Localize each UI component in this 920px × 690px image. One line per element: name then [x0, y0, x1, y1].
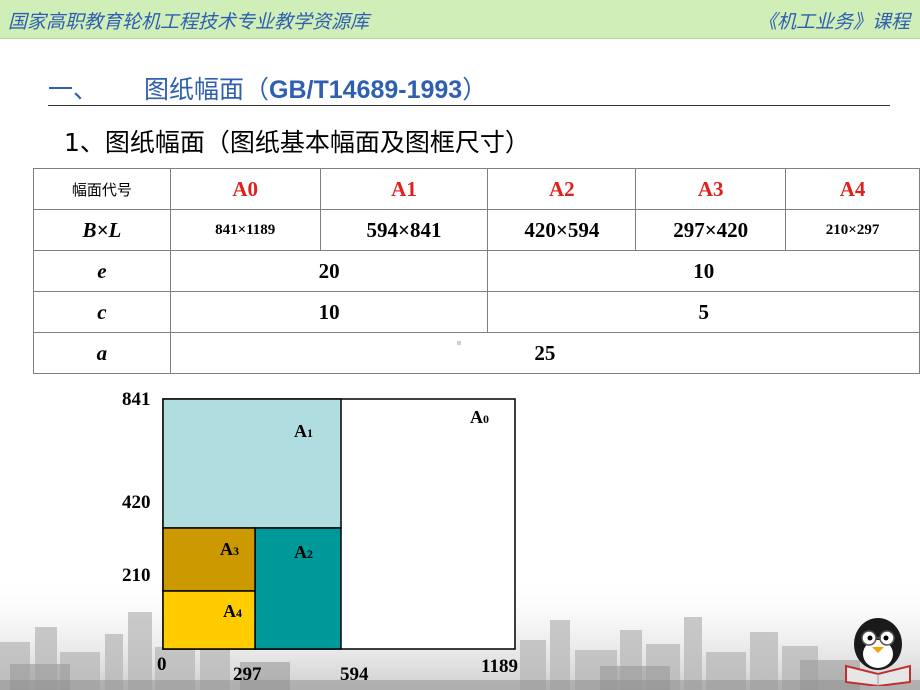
y-tick-label: 210: [122, 565, 151, 586]
paper-format-diagram: A0A1A2A3A4 8414202100 297 594 1189: [122, 389, 518, 685]
region-a1: [162, 398, 342, 529]
y-tick-label: 841: [122, 389, 151, 410]
region-a4: [162, 590, 256, 650]
x-tick-label: 0: [157, 654, 167, 675]
y-tick-label: 420: [122, 492, 151, 513]
region-a3: [162, 527, 256, 592]
x-tick-label: 1189: [481, 656, 518, 677]
x-tick-label: 297: [233, 664, 262, 685]
x-tick-label: 594: [340, 664, 369, 685]
